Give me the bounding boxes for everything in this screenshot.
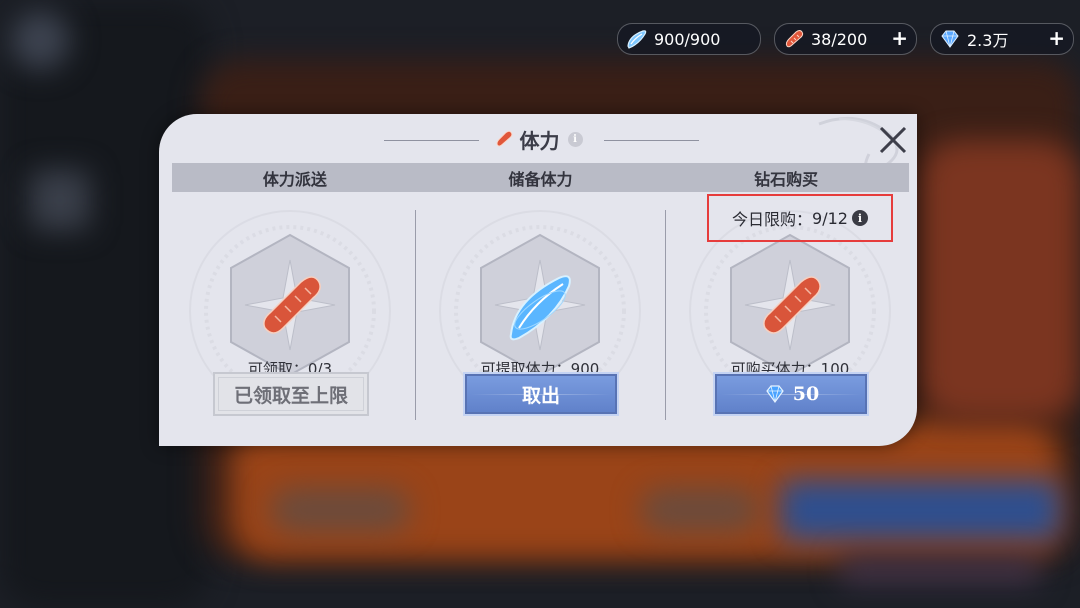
sausage-icon xyxy=(781,26,807,52)
header-dispatch: 体力派送 xyxy=(262,169,327,189)
info-icon[interactable]: i xyxy=(851,210,868,226)
stamina-resource[interactable]: 900/900 xyxy=(617,23,761,55)
diamond-price: 50 xyxy=(792,383,820,405)
daily-limit-value: 9/12 xyxy=(812,208,848,228)
claimed-limit-button: 已领取至上限 xyxy=(213,372,369,416)
daily-limit-label: 今日限购： xyxy=(732,210,813,229)
column-header-bar: 体力派送 储备体力 钻石购买 xyxy=(172,163,909,192)
add-diamond-button[interactable]: + xyxy=(1048,28,1065,48)
buy-with-diamond-button[interactable]: 50 xyxy=(713,372,869,416)
stamina-value: 900/900 xyxy=(654,29,721,49)
stamina-dialog: 体力 i 体力派送 储备体力 钻石购买 可领取：0/3 已领取至上限 可提取体力… xyxy=(159,114,917,446)
dialog-title-text: 体力 xyxy=(519,128,560,153)
header-reserve: 储备体力 xyxy=(508,169,573,189)
withdraw-button[interactable]: 取出 xyxy=(463,372,619,416)
claimed-limit-label: 已领取至上限 xyxy=(233,384,348,407)
dispatch-column: 可领取：0/3 已领取至上限 xyxy=(165,194,415,444)
close-icon[interactable] xyxy=(875,122,911,158)
sausage-icon xyxy=(496,130,512,147)
withdraw-label: 取出 xyxy=(521,384,560,407)
reserve-column: 可提取体力：900 取出 xyxy=(415,194,665,444)
dialog-title: 体力 i xyxy=(159,124,917,154)
diamond-resource[interactable]: 2.3万 + xyxy=(930,23,1074,55)
sausage-value: 38/200 xyxy=(811,29,868,49)
diamond-value: 2.3万 xyxy=(967,31,1009,50)
daily-purchase-limit: 今日限购： 9/12 i xyxy=(707,194,893,242)
diamond-icon xyxy=(937,26,963,52)
stamina-crystal-icon xyxy=(624,26,650,52)
sausage-resource[interactable]: 38/200 + xyxy=(774,23,917,55)
info-icon[interactable]: i xyxy=(567,131,583,147)
add-sausage-button[interactable]: + xyxy=(891,28,908,48)
header-diamond-purchase: 钻石购买 xyxy=(754,169,819,189)
diamond-icon xyxy=(766,385,784,404)
